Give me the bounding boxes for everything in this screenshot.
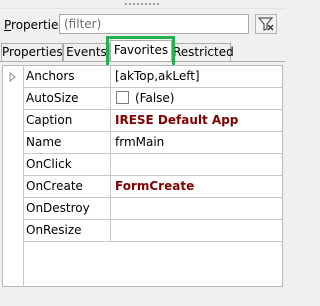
grid-row-caption[interactable]: Caption IRESE Default App xyxy=(3,110,282,132)
property-name: OnDestroy xyxy=(23,198,111,220)
property-name: Caption xyxy=(23,110,111,132)
row-gutter xyxy=(3,176,23,198)
property-value[interactable]: IRESE Default App xyxy=(111,110,282,132)
grid-row-onclick[interactable]: OnClick xyxy=(3,154,282,176)
checkbox-label: (False) xyxy=(135,91,175,105)
filter-input[interactable] xyxy=(59,14,249,34)
tab-favorites[interactable]: Favorites xyxy=(110,40,172,62)
row-gutter xyxy=(3,110,23,132)
row-gutter xyxy=(3,88,23,110)
property-name: OnCreate xyxy=(23,176,111,198)
property-value[interactable]: frmMain xyxy=(111,132,282,154)
grid-row-name[interactable]: Name frmMain xyxy=(3,132,282,154)
property-value[interactable]: FormCreate xyxy=(111,176,282,198)
property-value[interactable] xyxy=(111,220,282,242)
row-gutter xyxy=(3,132,23,154)
tab-bar: Properties Events Favorites Restricted xyxy=(0,40,285,62)
splitter-handle[interactable] xyxy=(0,0,285,9)
tab-events[interactable]: Events xyxy=(63,43,110,62)
grip-dots-icon xyxy=(124,3,160,5)
clear-filter-button[interactable] xyxy=(255,14,277,34)
grid-row-anchors[interactable]: Anchors [akTop,akLeft] xyxy=(3,66,282,88)
property-name: AutoSize xyxy=(23,88,111,110)
property-value[interactable]: (False) xyxy=(111,88,282,110)
grid-row-ondestroy[interactable]: OnDestroy xyxy=(3,198,282,220)
filter-row: Properties xyxy=(0,12,285,38)
triangle-right-icon[interactable] xyxy=(9,72,17,82)
property-value[interactable] xyxy=(111,198,282,220)
row-gutter xyxy=(3,198,23,220)
clear-filter-icon xyxy=(257,17,274,31)
property-name: OnResize xyxy=(23,220,111,242)
row-gutter xyxy=(3,154,23,176)
property-value[interactable]: [akTop,akLeft] xyxy=(111,66,282,88)
property-name: Anchors xyxy=(23,66,111,88)
property-name: OnClick xyxy=(23,154,111,176)
tab-properties[interactable]: Properties xyxy=(1,43,63,62)
property-value[interactable] xyxy=(111,154,282,176)
property-grid: Anchors [akTop,akLeft] AutoSize (False) … xyxy=(2,65,283,287)
tab-restricted[interactable]: Restricted xyxy=(172,43,234,62)
property-name: Name xyxy=(23,132,111,154)
row-gutter xyxy=(3,220,23,242)
grid-row-onresize[interactable]: OnResize xyxy=(3,220,282,242)
grid-row-autosize[interactable]: AutoSize (False) xyxy=(3,88,282,110)
filter-label: Properties xyxy=(4,18,65,32)
row-gutter xyxy=(3,66,23,88)
autosize-checkbox[interactable] xyxy=(116,91,129,104)
tab-divider xyxy=(0,61,285,62)
grid-row-oncreate[interactable]: OnCreate FormCreate xyxy=(3,176,282,198)
